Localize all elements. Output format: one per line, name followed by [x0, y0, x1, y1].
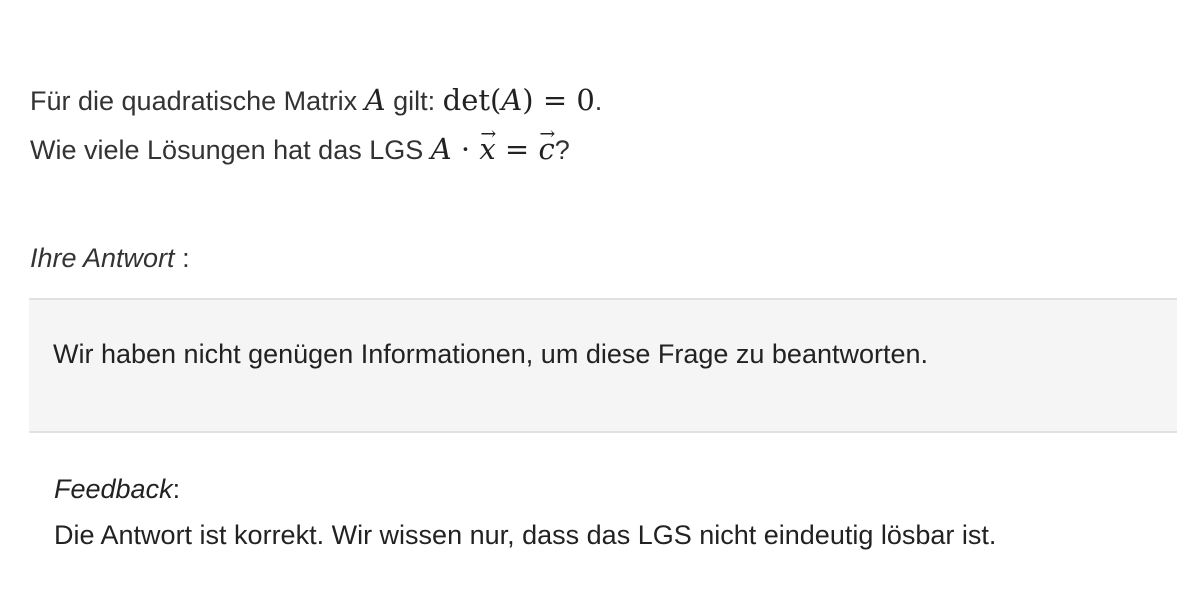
- linear-system-equation: A · x = c: [431, 132, 555, 166]
- eq-equals: =: [495, 132, 539, 166]
- question-line-2-end: ?: [554, 135, 570, 165]
- question-text: Für die quadratische Matrix A gilt: det(…: [30, 76, 602, 174]
- question-line-2: Wie viele Lösungen hat das LGS A · x = c…: [30, 125, 602, 174]
- eq-matrix-symbol: A: [430, 132, 452, 166]
- eq-dot: ·: [451, 132, 480, 166]
- answer-label-row: Ihre Antwort :: [30, 238, 190, 278]
- feedback-label-row: Feedback:: [54, 466, 996, 512]
- question-line-2-prefix: Wie viele Lösungen hat das LGS: [30, 135, 431, 165]
- matrix-symbol: A: [364, 83, 386, 117]
- feedback-section: Feedback: Die Antwort ist korrekt. Wir w…: [54, 466, 996, 558]
- answer-label: Ihre Antwort: [30, 243, 175, 273]
- determinant-equation: det(A) = 0: [443, 83, 595, 117]
- det-argument: A: [501, 83, 523, 117]
- det-close-equals: ) = 0: [522, 83, 595, 117]
- feedback-text: Die Antwort ist korrekt. Wir wissen nur,…: [54, 520, 997, 550]
- question-line-1: Für die quadratische Matrix A gilt: det(…: [30, 76, 602, 125]
- answer-box: Wir haben nicht genügen Informationen, u…: [29, 298, 1177, 433]
- question-line-1-prefix: Für die quadratische Matrix: [30, 86, 365, 116]
- question-line-1-middle: gilt:: [385, 86, 443, 116]
- answer-text: Wir haben nicht genügen Informationen, u…: [53, 339, 929, 369]
- vector-c: c: [538, 125, 554, 173]
- vector-x: x: [479, 125, 495, 173]
- feedback-label-suffix: :: [172, 474, 181, 504]
- answer-label-suffix: :: [174, 243, 190, 273]
- feedback-label: Feedback: [54, 474, 173, 504]
- question-line-1-end: .: [594, 86, 603, 116]
